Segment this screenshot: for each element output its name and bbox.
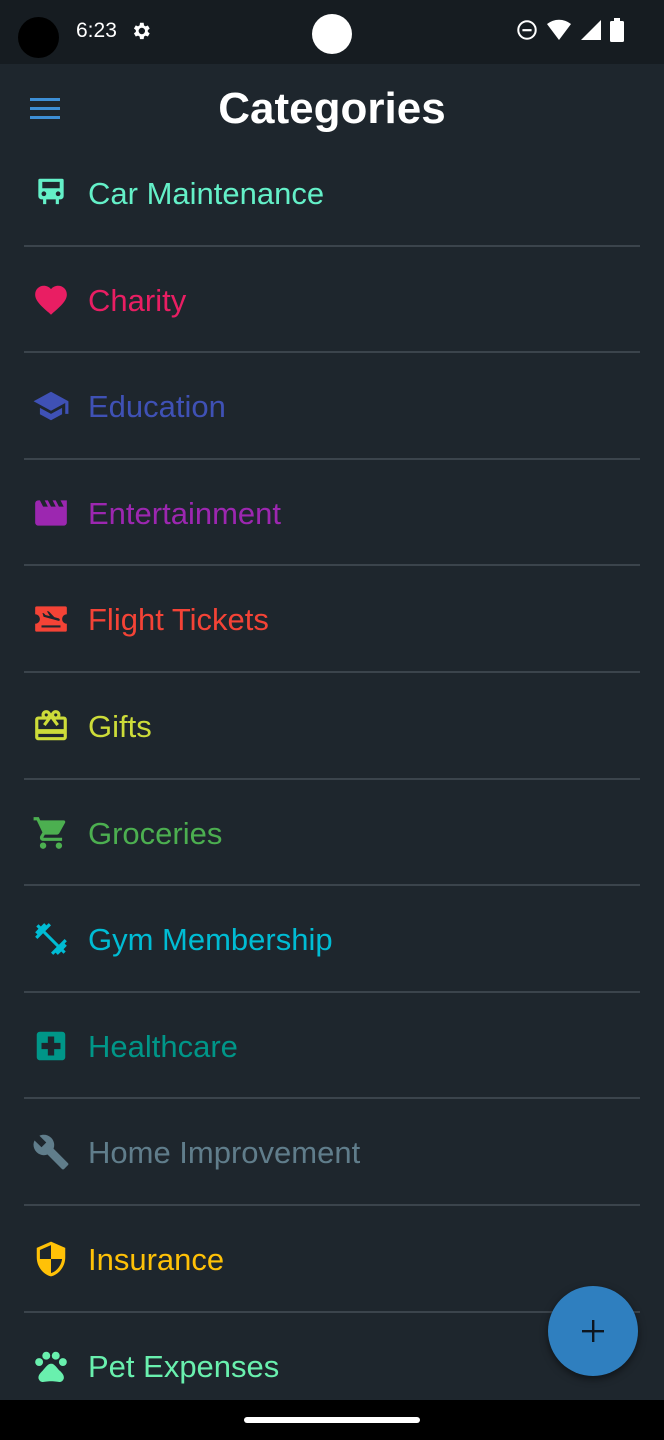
category-row[interactable]: Flight Tickets (24, 566, 640, 673)
medical-icon (32, 1027, 70, 1065)
page-title: Categories (218, 84, 446, 133)
dumbbell-icon (32, 920, 70, 958)
category-label: Entertainment (88, 495, 281, 531)
wifi-icon (547, 19, 571, 40)
battery-icon (610, 18, 624, 42)
camera-cutout (18, 17, 59, 58)
category-row[interactable]: Charity (24, 247, 640, 354)
wrench-icon (32, 1133, 70, 1171)
heart-icon (32, 281, 70, 319)
category-row[interactable]: Insurance (24, 1206, 640, 1313)
movie-icon (32, 494, 70, 532)
do-not-disturb-icon (517, 20, 537, 40)
category-row[interactable]: Entertainment (24, 460, 640, 567)
category-row[interactable]: Groceries (24, 780, 640, 887)
signal-icon (581, 20, 601, 40)
category-row[interactable]: Education (24, 353, 640, 460)
front-camera (312, 14, 352, 54)
category-label: Insurance (88, 1241, 225, 1277)
shield-icon (32, 1240, 70, 1278)
navigation-bar (0, 1400, 664, 1440)
category-list: Car Maintenance Charity Education Entert… (24, 140, 640, 1419)
category-label: Home Improvement (88, 1135, 361, 1171)
category-label: Pet Expenses (88, 1348, 280, 1384)
cart-icon (32, 814, 70, 852)
category-row[interactable]: Home Improvement (24, 1099, 640, 1206)
car-icon (32, 174, 70, 212)
category-row[interactable]: Gym Membership (24, 886, 640, 993)
gesture-handle[interactable] (244, 1417, 420, 1423)
school-icon (32, 387, 70, 425)
category-label: Education (88, 389, 226, 425)
category-row[interactable]: Car Maintenance (24, 140, 640, 247)
plus-icon (582, 1320, 604, 1342)
settings-gear-icon (133, 22, 150, 40)
paw-icon (32, 1347, 70, 1385)
status-time: 6:23 (76, 19, 117, 42)
category-row[interactable]: Gifts (24, 673, 640, 780)
category-label: Car Maintenance (88, 176, 325, 211)
flight-ticket-icon (32, 600, 70, 638)
category-label: Flight Tickets (88, 602, 269, 638)
category-label: Groceries (88, 815, 223, 851)
category-label: Gifts (88, 708, 152, 744)
category-label: Gym Membership (88, 922, 333, 958)
category-label: Healthcare (88, 1028, 238, 1064)
add-category-button[interactable] (548, 1286, 638, 1376)
gift-card-icon (32, 707, 70, 745)
category-row[interactable]: Healthcare (24, 993, 640, 1100)
category-label: Charity (88, 282, 187, 318)
status-bar: 6:23 (0, 0, 664, 64)
